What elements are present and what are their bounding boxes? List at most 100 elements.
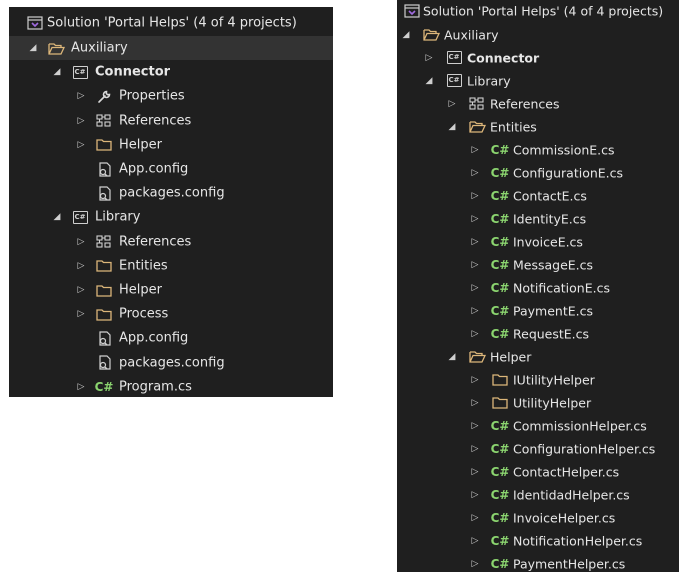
- tree-item-iutilityhelper[interactable]: ▷ IUtilityHelper: [397, 368, 679, 391]
- csharp-file-icon: C#: [490, 326, 510, 341]
- expanded-chevron-icon[interactable]: ◢: [400, 23, 412, 46]
- expanded-chevron-icon[interactable]: ◢: [446, 345, 458, 368]
- tree-item-configurationhelper-cs[interactable]: ▷ C# ConfigurationHelper.cs: [397, 437, 679, 460]
- tree-item-label: Program.cs: [119, 379, 192, 395]
- collapsed-chevron-icon[interactable]: ▷: [469, 460, 481, 483]
- tree-item-library[interactable]: ◢ C# Library: [9, 205, 333, 229]
- tree-item-app-config[interactable]: App.config: [9, 157, 333, 181]
- collapsed-chevron-icon[interactable]: ▷: [75, 302, 87, 326]
- collapsed-chevron-icon[interactable]: ▷: [75, 230, 87, 254]
- tree-item-identitye-cs[interactable]: ▷ C# IdentityE.cs: [397, 207, 679, 230]
- csharp-file-icon: C#: [490, 556, 510, 571]
- tree-item-references[interactable]: ▷ References: [397, 92, 679, 115]
- folder-icon: [491, 395, 509, 411]
- collapsed-chevron-icon[interactable]: ▷: [469, 161, 481, 184]
- tree-item-invoicehelper-cs[interactable]: ▷ C# InvoiceHelper.cs: [397, 506, 679, 529]
- expanded-chevron-icon[interactable]: ◢: [51, 60, 63, 84]
- csharp-file-icon: C#: [490, 234, 510, 249]
- csharp-file-icon: C#: [490, 188, 510, 203]
- tree-item-references[interactable]: ▷ References: [9, 230, 333, 254]
- tree-item-notificatione-cs[interactable]: ▷ C# NotificationE.cs: [397, 276, 679, 299]
- expanded-chevron-icon[interactable]: ◢: [27, 36, 39, 60]
- collapsed-chevron-icon[interactable]: ▷: [469, 552, 481, 572]
- tree-item-process[interactable]: ▷ Process: [9, 302, 333, 326]
- solution-explorer-right: Solution 'Portal Helps' (4 of 4 projects…: [397, 0, 679, 572]
- collapsed-chevron-icon[interactable]: ▷: [75, 133, 87, 157]
- tree-item-configuratione-cs[interactable]: ▷ C# ConfigurationE.cs: [397, 161, 679, 184]
- expanded-chevron-icon[interactable]: ◢: [446, 115, 458, 138]
- collapsed-chevron-icon[interactable]: ▷: [469, 322, 481, 345]
- collapsed-chevron-icon[interactable]: ▷: [469, 253, 481, 276]
- tree-item-contacthelper-cs[interactable]: ▷ C# ContactHelper.cs: [397, 460, 679, 483]
- tree-item-entities[interactable]: ◢ Entities: [397, 115, 679, 138]
- tree-item-label: Process: [119, 306, 169, 322]
- tree-item-paymente-cs[interactable]: ▷ C# PaymentE.cs: [397, 299, 679, 322]
- tree-item-connector[interactable]: ▷ C# Connector: [397, 46, 679, 69]
- tree-item-notificationhelper-cs[interactable]: ▷ C# NotificationHelper.cs: [397, 529, 679, 552]
- tree-item-connector[interactable]: ◢ C# Connector: [9, 60, 333, 84]
- config-file-icon: [95, 355, 113, 371]
- solution-title: Solution 'Portal Helps' (4 of 4 projects…: [47, 15, 297, 31]
- collapsed-chevron-icon[interactable]: ▷: [75, 109, 87, 133]
- tree-item-label: MessageE.cs: [513, 257, 594, 272]
- tree-item-label: PaymentE.cs: [513, 303, 593, 318]
- solution-node[interactable]: Solution 'Portal Helps' (4 of 4 projects…: [9, 11, 333, 35]
- folder-open-icon: [422, 27, 440, 43]
- tree-item-label: ContactHelper.cs: [513, 464, 620, 479]
- tree-item-entities[interactable]: ▷ Entities: [9, 254, 333, 278]
- collapsed-chevron-icon[interactable]: ▷: [469, 207, 481, 230]
- folder-icon: [95, 258, 113, 274]
- collapsed-chevron-icon[interactable]: ▷: [469, 414, 481, 437]
- tree-item-auxiliary[interactable]: ◢ Auxiliary: [397, 23, 679, 46]
- tree-item-properties[interactable]: ▷ Properties: [9, 84, 333, 108]
- solution-node[interactable]: Solution 'Portal Helps' (4 of 4 projects…: [397, 0, 679, 22]
- tree-item-label: Auxiliary: [444, 27, 499, 42]
- tree-item-packages-config[interactable]: packages.config: [9, 351, 333, 375]
- collapsed-chevron-icon[interactable]: ▷: [469, 230, 481, 253]
- csharp-file-icon: C#: [490, 257, 510, 272]
- csharp-project-icon: C#: [71, 209, 89, 225]
- tree-item-helper[interactable]: ▷ Helper: [9, 133, 333, 157]
- folder-open-icon: [468, 349, 486, 365]
- tree-item-program-cs[interactable]: ▷ C# Program.cs: [9, 375, 333, 397]
- tree-item-identidadhelper-cs[interactable]: ▷ C# IdentidadHelper.cs: [397, 483, 679, 506]
- expanded-chevron-icon[interactable]: ◢: [423, 69, 435, 92]
- tree-item-utilityhelper[interactable]: ▷ UtilityHelper: [397, 391, 679, 414]
- collapsed-chevron-icon[interactable]: ▷: [446, 92, 458, 115]
- collapsed-chevron-icon[interactable]: ▷: [75, 84, 87, 108]
- collapsed-chevron-icon[interactable]: ▷: [469, 506, 481, 529]
- tree-item-helper[interactable]: ▷ Helper: [9, 278, 333, 302]
- expanded-chevron-icon[interactable]: ◢: [51, 205, 63, 229]
- solution-icon: [26, 15, 44, 31]
- csharp-file-icon: C#: [490, 464, 510, 479]
- tree-item-library[interactable]: ◢ C# Library: [397, 69, 679, 92]
- collapsed-chevron-icon[interactable]: ▷: [469, 529, 481, 552]
- tree-item-packages-config[interactable]: packages.config: [9, 181, 333, 205]
- tree-item-commissione-cs[interactable]: ▷ C# CommissionE.cs: [397, 138, 679, 161]
- collapsed-chevron-icon[interactable]: ▷: [75, 254, 87, 278]
- collapsed-chevron-icon[interactable]: ▷: [469, 437, 481, 460]
- tree-item-invoicee-cs[interactable]: ▷ C# InvoiceE.cs: [397, 230, 679, 253]
- collapsed-chevron-icon[interactable]: ▷: [469, 299, 481, 322]
- tree-item-helper[interactable]: ◢ Helper: [397, 345, 679, 368]
- tree-item-auxiliary[interactable]: ◢ Auxiliary: [9, 36, 333, 61]
- collapsed-chevron-icon[interactable]: ▷: [423, 46, 435, 69]
- tree-item-app-config[interactable]: App.config: [9, 326, 333, 350]
- tree-item-paymenthelper-cs[interactable]: ▷ C# PaymentHelper.cs: [397, 552, 679, 572]
- collapsed-chevron-icon[interactable]: ▷: [469, 368, 481, 391]
- folder-icon: [95, 306, 113, 322]
- tree-item-contacte-cs[interactable]: ▷ C# ContactE.cs: [397, 184, 679, 207]
- collapsed-chevron-icon[interactable]: ▷: [469, 138, 481, 161]
- csharp-file-icon: C#: [490, 533, 510, 548]
- tree-item-messagee-cs[interactable]: ▷ C# MessageE.cs: [397, 253, 679, 276]
- tree-item-commissionhelper-cs[interactable]: ▷ C# CommissionHelper.cs: [397, 414, 679, 437]
- collapsed-chevron-icon[interactable]: ▷: [469, 391, 481, 414]
- tree-item-requeste-cs[interactable]: ▷ C# RequestE.cs: [397, 322, 679, 345]
- collapsed-chevron-icon[interactable]: ▷: [469, 276, 481, 299]
- collapsed-chevron-icon[interactable]: ▷: [469, 483, 481, 506]
- collapsed-chevron-icon[interactable]: ▷: [75, 375, 87, 397]
- tree-item-label: Properties: [119, 88, 185, 104]
- collapsed-chevron-icon[interactable]: ▷: [469, 184, 481, 207]
- tree-item-references[interactable]: ▷ References: [9, 109, 333, 133]
- collapsed-chevron-icon[interactable]: ▷: [75, 278, 87, 302]
